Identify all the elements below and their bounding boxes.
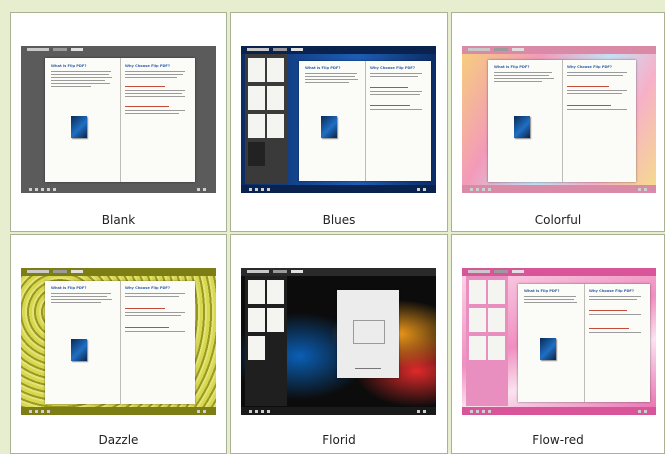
- viewer-toolbar: [462, 46, 656, 54]
- template-card-blues[interactable]: What is Flip PDF? Why Choose Flip PDF? B…: [230, 12, 448, 232]
- template-preview: What is Flip PDF? Why Choose Flip PDF?: [21, 268, 216, 415]
- template-card-flow-red[interactable]: What is Flip PDF? Why Choose Flip PDF? F…: [451, 234, 665, 454]
- template-name: Florid: [322, 433, 356, 447]
- template-preview: What is Flip PDF? Why Choose Flip PDF?: [241, 46, 436, 193]
- viewer-toolbar: [241, 268, 436, 276]
- product-box-image: [321, 116, 337, 138]
- left-page-title: What is Flip PDF?: [524, 289, 560, 293]
- thumbnail-sidebar: [245, 276, 287, 406]
- viewer-controls: [241, 185, 436, 193]
- template-name: Colorful: [534, 213, 582, 227]
- thumbnail-sidebar: [466, 276, 508, 406]
- left-page-title: What is Flip PDF?: [305, 66, 341, 70]
- left-page-title: What is Flip PDF?: [51, 64, 87, 68]
- viewer-toolbar: [21, 268, 216, 276]
- right-page-title: Why Choose Flip PDF?: [125, 286, 170, 290]
- book-spread: What is Flip PDF? Why Choose Flip PDF?: [518, 284, 650, 402]
- product-box-image: [540, 338, 556, 360]
- template-name: Blank: [101, 213, 136, 227]
- right-page-title: Why Choose Flip PDF?: [589, 289, 634, 293]
- right-page-title: Why Choose Flip PDF?: [125, 64, 170, 68]
- book-spread: What is Flip PDF? Why Choose Flip PDF?: [45, 281, 195, 404]
- cover-page: [337, 290, 399, 378]
- viewer-controls: [21, 407, 216, 415]
- viewer-controls: [462, 407, 656, 415]
- template-name: Flow-red: [532, 433, 584, 447]
- product-box-image: [71, 116, 87, 138]
- template-preview: What is Flip PDF? Why Choose Flip PDF?: [462, 46, 656, 193]
- viewer-toolbar: [241, 46, 436, 54]
- right-page-title: Why Choose Flip PDF?: [370, 66, 415, 70]
- template-name: Blues: [322, 213, 356, 227]
- book-spread: What is Flip PDF? Why Choose Flip PDF?: [299, 61, 431, 181]
- right-page-title: Why Choose Flip PDF?: [567, 65, 612, 69]
- viewer-controls: [241, 407, 436, 415]
- book-spread: What is Flip PDF? Why Choose Flip PDF?: [45, 58, 195, 182]
- left-page-title: What is Flip PDF?: [494, 65, 530, 69]
- template-card-colorful[interactable]: What is Flip PDF? Why Choose Flip PDF? C…: [451, 12, 665, 232]
- viewer-controls: [21, 185, 216, 193]
- left-page-title: What is Flip PDF?: [51, 286, 87, 290]
- product-box-image: [514, 116, 530, 138]
- viewer-toolbar: [21, 46, 216, 54]
- template-card-blank[interactable]: What is Flip PDF? Why Choose Flip PDF? B…: [10, 12, 227, 232]
- viewer-toolbar: [462, 268, 656, 276]
- viewer-controls: [462, 185, 656, 193]
- template-name: Dazzle: [98, 433, 139, 447]
- product-box-image: [71, 339, 87, 361]
- template-card-florid[interactable]: Florid: [230, 234, 448, 454]
- template-gallery: What is Flip PDF? Why Choose Flip PDF? B…: [0, 0, 665, 454]
- book-spread: What is Flip PDF? Why Choose Flip PDF?: [488, 60, 636, 182]
- template-preview: What is Flip PDF? Why Choose Flip PDF?: [21, 46, 216, 193]
- template-preview: What is Flip PDF? Why Choose Flip PDF?: [462, 268, 656, 415]
- template-preview: [241, 268, 436, 415]
- thumbnail-sidebar: [245, 54, 287, 184]
- template-card-dazzle[interactable]: What is Flip PDF? Why Choose Flip PDF? D…: [10, 234, 227, 454]
